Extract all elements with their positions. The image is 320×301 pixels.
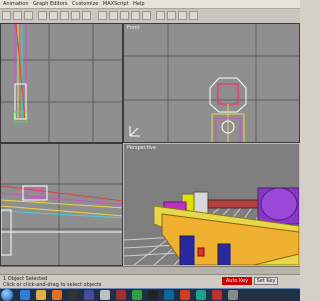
select-region-icon[interactable] (49, 11, 58, 20)
snap-icon[interactable] (98, 11, 107, 20)
link-icon[interactable] (24, 11, 33, 20)
viewport-bottom-left-scene (1, 144, 122, 265)
timeline-track[interactable] (0, 266, 300, 274)
steam-icon[interactable] (68, 290, 78, 300)
chrome-icon[interactable] (132, 290, 142, 300)
menu-item-graph-editors[interactable]: Graph Editors (33, 0, 67, 8)
video-icon[interactable] (180, 290, 190, 300)
set-key-button[interactable]: Set Key (254, 277, 278, 285)
viewport-perspective-scene (124, 187, 299, 265)
main-toolbar (0, 9, 300, 24)
menu-item-animation[interactable]: Animation (3, 0, 29, 8)
undo-icon[interactable] (2, 11, 11, 20)
tool-icon[interactable] (212, 290, 222, 300)
game-icon[interactable] (100, 290, 110, 300)
viewport-front[interactable]: Front (123, 23, 300, 143)
app3-icon[interactable] (196, 290, 206, 300)
align-icon[interactable] (131, 11, 140, 20)
auto-key-button[interactable]: Auto Key (222, 277, 252, 285)
menu-item-help[interactable]: Help (133, 0, 144, 8)
layers-icon[interactable] (142, 11, 151, 20)
mirror-icon[interactable] (120, 11, 129, 20)
misc-icon[interactable] (228, 290, 238, 300)
render-icon[interactable] (189, 11, 198, 20)
viewport-top-left[interactable] (0, 23, 123, 143)
viewport-front-scene (124, 24, 299, 142)
media-icon[interactable] (52, 290, 62, 300)
curve-editor-icon[interactable] (156, 11, 165, 20)
viewport-perspective[interactable]: Perspective (123, 143, 300, 266)
menu-item-maxscript[interactable]: MAXScript (103, 0, 129, 8)
status-bar: 1 Object Selected Click or click-and-dra… (0, 274, 300, 289)
rotate-icon[interactable] (71, 11, 80, 20)
viewport-bottom-left[interactable] (0, 143, 123, 266)
3dsmax-icon[interactable] (164, 290, 174, 300)
app2-icon[interactable] (116, 290, 126, 300)
start-orb-icon[interactable] (1, 289, 13, 301)
folder-icon[interactable] (36, 290, 46, 300)
material-editor-icon[interactable] (167, 11, 176, 20)
move-icon[interactable] (60, 11, 69, 20)
render-setup-icon[interactable] (178, 11, 187, 20)
app-icon[interactable] (84, 290, 94, 300)
menu-bar: Animation Graph Editors Customize MAXScr… (0, 0, 300, 9)
viewport-top-left-scene (1, 24, 122, 142)
mail-icon[interactable] (148, 290, 158, 300)
angle-snap-icon[interactable] (109, 11, 118, 20)
redo-icon[interactable] (13, 11, 22, 20)
windows-taskbar (0, 288, 300, 301)
ie-icon[interactable] (20, 290, 30, 300)
menu-item-customize[interactable]: Customize (72, 0, 98, 8)
select-icon[interactable] (38, 11, 47, 20)
scale-icon[interactable] (82, 11, 91, 20)
